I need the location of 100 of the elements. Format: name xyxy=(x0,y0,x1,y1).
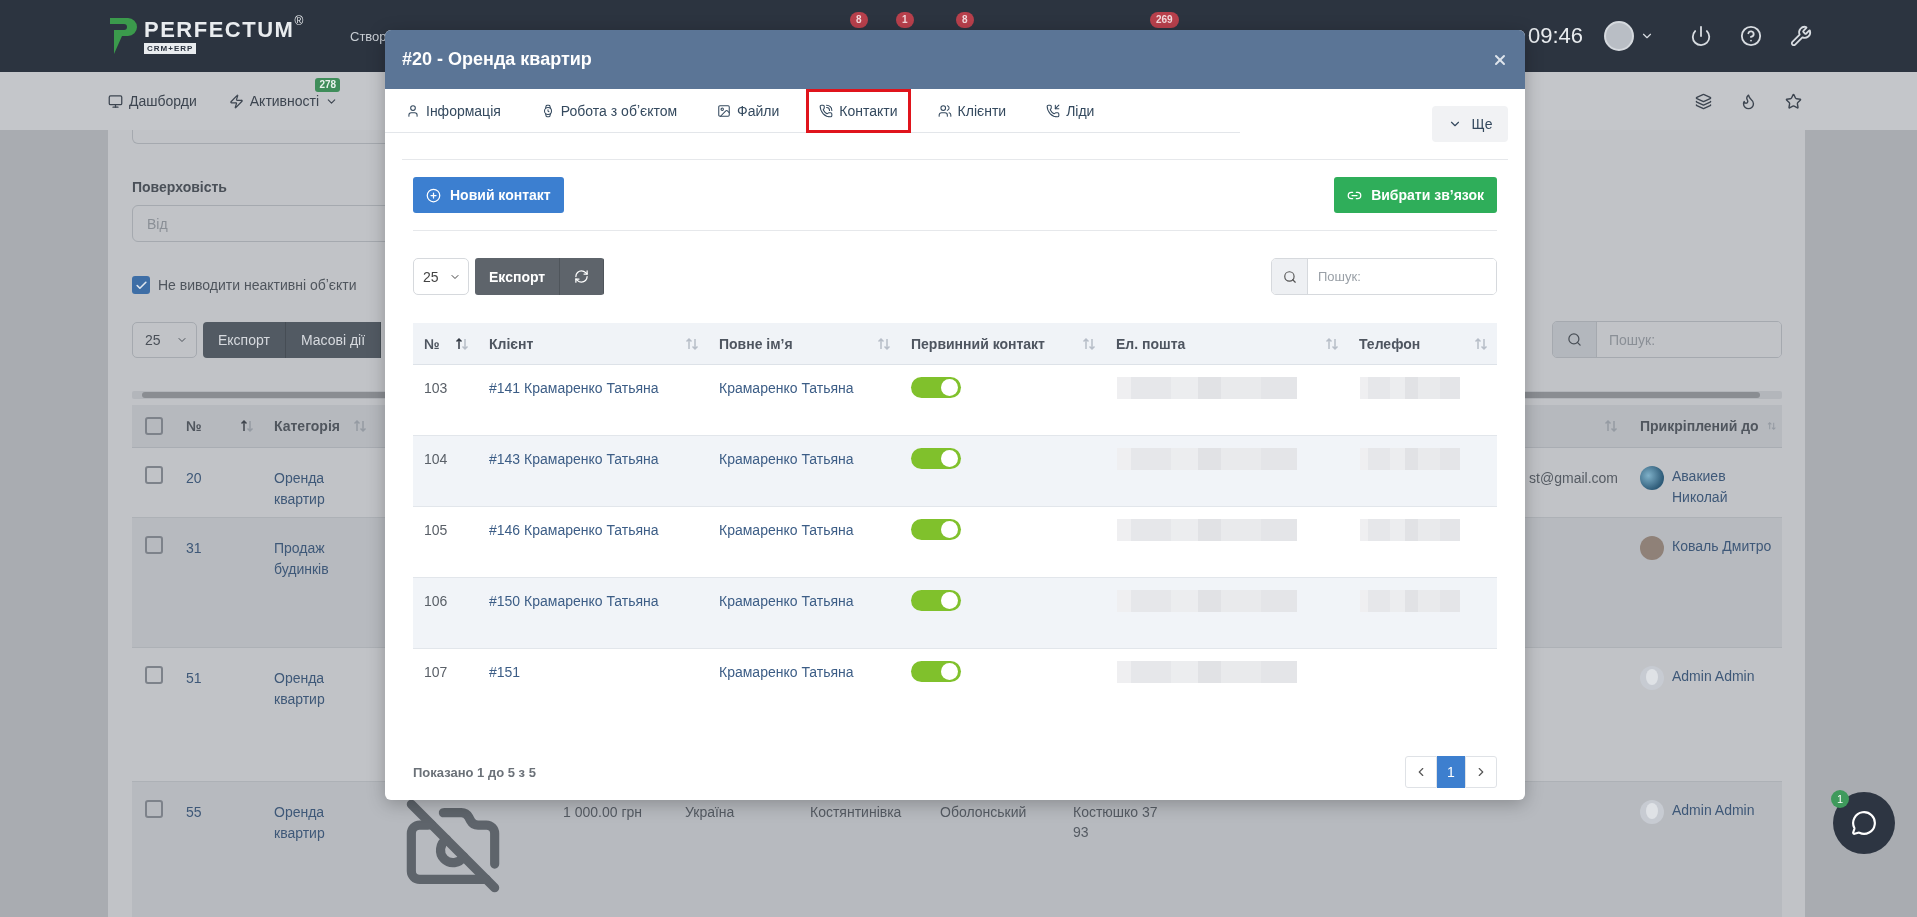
full-name-link[interactable]: Крамаренко Татьяна xyxy=(719,378,854,398)
nav-item[interactable]: Дашборди xyxy=(108,93,197,109)
phone-icon xyxy=(819,103,834,118)
notification-badge: 269 xyxy=(1150,12,1179,28)
table-row[interactable]: 106 #150 Крамаренко Татьяна Крамаренко Татьяна xyxy=(413,578,1497,649)
client-link[interactable]: #141 Крамаренко Татьяна xyxy=(489,378,659,398)
full-name-link[interactable]: Крамаренко Татьяна xyxy=(719,591,854,611)
row-number-link[interactable]: 31 xyxy=(186,538,202,559)
chat-icon xyxy=(1851,810,1877,836)
notification-badge: 8 xyxy=(850,12,868,28)
tab[interactable]: Ліди xyxy=(1033,88,1108,133)
table-row[interactable]: 104 #143 Крамаренко Татьяна Крамаренко Татьяна xyxy=(413,436,1497,507)
avatar-icon xyxy=(1640,466,1664,490)
client-link[interactable]: #146 Крамаренко Татьяна xyxy=(489,520,659,540)
column-header[interactable]: Прикріплений до xyxy=(1640,418,1759,434)
notification-badge: 1 xyxy=(896,12,914,28)
column-header[interactable]: № xyxy=(186,418,202,434)
user-link[interactable]: Admin Admin xyxy=(1672,800,1755,821)
tab[interactable]: Файли xyxy=(704,88,793,133)
search-icon xyxy=(1282,269,1297,284)
count-badge: 278 xyxy=(315,78,341,92)
flame-icon[interactable] xyxy=(1740,92,1757,110)
client-link[interactable]: #143 Крамаренко Татьяна xyxy=(489,449,659,469)
modal-title: #20 - Оренда квартир xyxy=(402,49,592,70)
user-link[interactable]: Авакиев Николай xyxy=(1672,466,1778,508)
column-header[interactable]: Телефон xyxy=(1359,335,1421,352)
primary-contact-switch[interactable] xyxy=(911,377,961,398)
bolt-icon xyxy=(228,93,244,109)
page-size-select[interactable]: 25 xyxy=(413,258,469,295)
column-header[interactable]: Клієнт xyxy=(489,335,534,352)
star-icon[interactable] xyxy=(1785,92,1802,110)
checkbox[interactable] xyxy=(145,417,163,435)
sort-icon[interactable] xyxy=(455,336,469,351)
tab[interactable]: Робота з обʼєктом xyxy=(527,88,691,133)
full-name-link[interactable]: Крамаренко Татьяна xyxy=(719,662,854,682)
page-size-select[interactable]: 25 xyxy=(132,321,197,358)
page-button[interactable]: 1 xyxy=(1437,756,1465,788)
row-number-link[interactable]: 20 xyxy=(186,468,202,489)
power-icon[interactable] xyxy=(1690,25,1712,47)
checkbox[interactable] xyxy=(145,466,163,484)
next-page-button[interactable] xyxy=(1465,756,1497,788)
checkbox[interactable] xyxy=(145,666,163,684)
contact-number: 105 xyxy=(424,521,448,540)
previous-page-button[interactable] xyxy=(1405,756,1437,788)
tab[interactable]: Клієнти xyxy=(924,88,1020,133)
checkbox[interactable] xyxy=(145,800,163,818)
clock-time: 09:46 xyxy=(1527,23,1585,49)
column-header[interactable]: Категорія xyxy=(274,418,340,434)
tab[interactable]: Контакти xyxy=(806,88,911,133)
category-link[interactable]: Оренда квартир xyxy=(274,802,365,844)
column-header[interactable]: Первинний контакт xyxy=(911,335,1045,352)
checkbox-label: Не виводити неактивні обʼєкти xyxy=(158,277,357,293)
more-button[interactable]: Ще xyxy=(1432,106,1508,142)
tab[interactable]: Інформація xyxy=(393,88,514,133)
sort-icon[interactable] xyxy=(240,419,254,433)
country-text: Україна xyxy=(685,803,735,822)
phone-incoming-icon xyxy=(1046,103,1061,118)
column-header[interactable]: Ел. пошта xyxy=(1116,335,1186,352)
address-text: Костюшко 37 93 xyxy=(1073,803,1159,842)
category-link[interactable]: Оренда квартир xyxy=(274,468,365,510)
search-field[interactable]: Пошук: xyxy=(1271,258,1497,295)
table-row[interactable]: 55 Оренда квартир 1 000.00 грн Україна Костянтинівка Оболонський Костюшко 37 93 Admin Admin xyxy=(132,782,1782,917)
new-contact-button[interactable]: Новий контакт xyxy=(413,177,564,213)
contact-number: 107 xyxy=(424,663,448,682)
user-avatar[interactable] xyxy=(1604,21,1634,51)
avatar-icon xyxy=(1640,800,1664,824)
full-name-link[interactable]: Крамаренко Татьяна xyxy=(719,449,854,469)
toolbar-button[interactable]: Масові дії xyxy=(285,321,382,358)
primary-contact-switch[interactable] xyxy=(911,661,961,682)
price-text: 1 000.00 грн xyxy=(563,803,642,822)
district-text: Оболонський xyxy=(940,803,1027,822)
row-number-link[interactable]: 51 xyxy=(186,668,202,689)
client-link[interactable]: #151 xyxy=(489,662,521,682)
column-header[interactable]: № xyxy=(424,335,440,352)
logo-icon xyxy=(108,16,138,56)
row-number-link[interactable]: 55 xyxy=(186,802,202,823)
layers-icon[interactable] xyxy=(1695,92,1712,110)
client-link[interactable]: #150 Крамаренко Татьяна xyxy=(489,591,659,611)
category-link[interactable]: Оренда квартир xyxy=(274,668,365,710)
category-link[interactable]: Продаж будинків xyxy=(274,538,365,580)
help-icon[interactable] xyxy=(1740,25,1762,47)
checkbox[interactable] xyxy=(132,276,150,294)
users-icon xyxy=(937,103,952,118)
monitor-icon xyxy=(108,93,123,109)
contact-number: 104 xyxy=(424,450,448,469)
toolbar-button[interactable]: Експорт xyxy=(203,321,286,358)
notification-badge: 8 xyxy=(956,12,974,28)
column-header[interactable]: Повне імʼя xyxy=(719,335,793,352)
refresh-button[interactable] xyxy=(560,258,605,295)
full-name-link[interactable]: Крамаренко Татьяна xyxy=(719,520,854,540)
wrench-icon[interactable] xyxy=(1790,25,1812,47)
user-link[interactable]: Коваль Дмитро xyxy=(1672,536,1772,557)
checkbox[interactable] xyxy=(145,536,163,554)
refresh-icon xyxy=(574,269,590,284)
avatar-icon xyxy=(1640,666,1664,690)
primary-contact-switch[interactable] xyxy=(911,519,961,540)
primary-contact-switch[interactable] xyxy=(911,448,961,469)
export-button[interactable]: Експорт xyxy=(475,258,561,295)
primary-contact-switch[interactable] xyxy=(911,590,961,611)
user-link[interactable]: Admin Admin xyxy=(1672,666,1755,687)
